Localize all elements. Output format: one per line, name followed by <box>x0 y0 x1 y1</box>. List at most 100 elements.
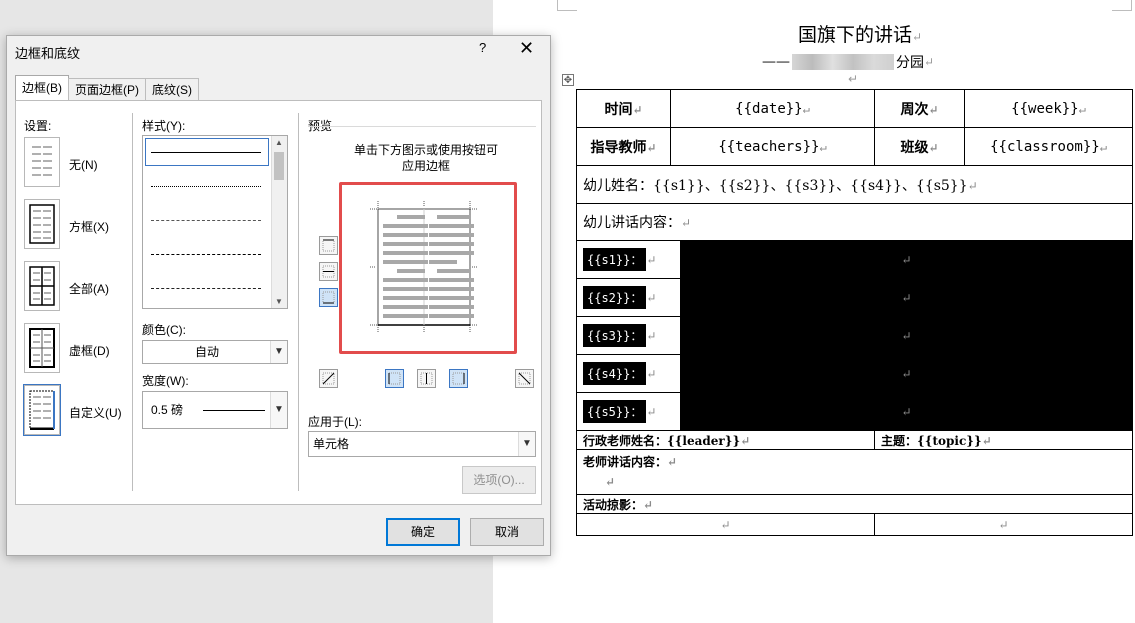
border-left-button-icon[interactable] <box>385 369 404 388</box>
dialog-title: 边框和底纹 <box>15 46 81 61</box>
speech-row-content[interactable]: ↵ <box>679 278 1134 317</box>
redacted-name <box>792 54 894 70</box>
borders-shading-dialog: 边框和底纹 ? ✕ 边框(B) 页面边框(P) 底纹(S) 设置: 无(N) 方… <box>6 35 551 556</box>
cancel-button[interactable]: 取消 <box>470 518 544 546</box>
style-listbox[interactable]: ▲ ▼ <box>142 135 288 309</box>
style-dotted-line[interactable] <box>151 186 261 187</box>
scroll-down-icon[interactable]: ▼ <box>275 297 283 306</box>
speech-row-content[interactable]: ↵ <box>679 316 1134 355</box>
close-button[interactable]: ✕ <box>519 39 534 57</box>
crop-mark <box>1131 0 1132 10</box>
apply-to-combobox[interactable]: 单元格 ▼ <box>308 431 536 457</box>
setting-all-icon[interactable] <box>24 261 60 311</box>
tab-borders[interactable]: 边框(B) <box>15 75 69 100</box>
border-top-button-icon[interactable] <box>319 236 338 255</box>
paragraph-mark: ↵ <box>848 72 859 86</box>
class-value[interactable]: {{classroom}}↵ <box>964 127 1134 166</box>
style-label: 样式(Y): <box>142 119 186 133</box>
tab-page-border[interactable]: 页面边框(P) <box>68 78 146 100</box>
photo-cell-left[interactable]: ↵ <box>575 513 876 536</box>
speech-row-label[interactable]: {{s4}}： ↵ <box>576 354 681 393</box>
border-right-button-icon[interactable] <box>449 369 468 388</box>
preview-text-left <box>383 215 428 323</box>
setting-all-label[interactable]: 全部(A) <box>69 280 109 297</box>
settings-label: 设置: <box>24 119 52 133</box>
dialog-tabs: 边框(B) 页面边框(P) 底纹(S) <box>15 75 199 100</box>
subtitle-dash: —— <box>762 54 790 70</box>
setting-none-label[interactable]: 无(N) <box>69 156 98 173</box>
speech-row-label[interactable]: {{s2}}： ↵ <box>576 278 681 317</box>
border-diagonal-up-button-icon[interactable] <box>515 369 534 388</box>
apply-to-label: 应用于(L): <box>308 415 363 429</box>
style-solid-line[interactable] <box>151 152 261 153</box>
apply-to-value: 单元格 <box>313 437 350 451</box>
speech-row-content[interactable]: ↵ <box>679 392 1134 431</box>
document-subtitle[interactable]: —— 分园 ↵ <box>762 52 934 72</box>
teacher-speech-cell[interactable]: 老师讲话内容：↵ ↵ <box>575 449 1134 495</box>
help-button[interactable]: ? <box>479 40 486 55</box>
class-label[interactable]: 班级↵ <box>874 127 966 166</box>
preview-corner-marks <box>370 201 478 333</box>
setting-grid-label[interactable]: 虚框(D) <box>69 342 110 359</box>
setting-custom-icon[interactable] <box>23 384 61 436</box>
speech-row-label[interactable]: {{s5}}： ↵ <box>576 392 681 431</box>
style-scrollbar[interactable]: ▲ ▼ <box>271 136 287 308</box>
photo-cell-right[interactable]: ↵ <box>874 513 1134 536</box>
scroll-up-icon[interactable]: ▲ <box>275 138 283 147</box>
teacher-value[interactable]: {{teachers}}↵ <box>669 127 876 166</box>
chevron-down-icon[interactable]: ▼ <box>270 341 287 363</box>
topic-cell[interactable]: 主题：{{topic}}↵ <box>874 430 1134 450</box>
width-sample-line <box>203 410 265 411</box>
children-names-cell[interactable]: 幼儿姓名：{{s1}}、{{s2}}、{{s3}}、{{s4}}、{{s5}}↵ <box>575 165 1134 204</box>
color-value: 自动 <box>194 345 219 359</box>
subtitle-suffix: 分园 <box>896 55 924 71</box>
chevron-down-icon[interactable]: ▼ <box>270 392 287 428</box>
children-speech-label-cell[interactable]: 幼儿讲话内容：↵ <box>575 203 1134 241</box>
options-button[interactable]: 选项(O)... <box>462 466 536 494</box>
preview-text-right <box>429 215 474 323</box>
color-combobox[interactable]: 自动 ▼ <box>142 340 288 364</box>
width-value: 0.5 磅 <box>151 403 184 417</box>
style-dash-line[interactable] <box>151 220 261 221</box>
border-inside-horizontal-button-icon[interactable] <box>319 262 338 281</box>
activity-label-cell[interactable]: 活动掠影：↵ <box>575 494 1134 514</box>
scroll-thumb[interactable] <box>274 152 284 180</box>
week-label[interactable]: 周次↵ <box>874 89 966 128</box>
separator <box>132 113 133 491</box>
border-bottom-button-icon[interactable] <box>319 288 338 307</box>
setting-custom-label[interactable]: 自定义(U) <box>69 404 122 421</box>
time-value[interactable]: {{date}}↵ <box>669 89 876 128</box>
setting-box-label[interactable]: 方框(X) <box>69 218 109 235</box>
crop-mark <box>557 0 558 10</box>
speech-row-content[interactable]: ↵ <box>679 354 1134 393</box>
style-long-dash-line[interactable] <box>151 254 261 255</box>
width-combobox[interactable]: 0.5 磅 ▼ <box>142 391 288 429</box>
border-inside-vertical-button-icon[interactable] <box>417 369 436 388</box>
separator <box>298 113 299 491</box>
preview-hint: 单击下方图示或使用按钮可 应用边框 <box>308 142 544 174</box>
ok-button[interactable]: 确定 <box>386 518 460 546</box>
document-title[interactable]: 国旗下的讲话↵ <box>760 20 960 47</box>
setting-none-icon[interactable] <box>24 137 60 187</box>
speech-row-label[interactable]: {{s1}}： ↵ <box>576 240 681 279</box>
leader-cell[interactable]: 行政老师姓名：{{leader}}↵ <box>575 430 876 450</box>
style-dash-dot-line[interactable] <box>151 288 261 289</box>
week-value[interactable]: {{week}}↵ <box>964 89 1134 128</box>
border-diagonal-down-button-icon[interactable] <box>319 369 338 388</box>
setting-box-icon[interactable] <box>24 199 60 249</box>
preview-hint-line1: 单击下方图示或使用按钮可 <box>353 143 498 157</box>
width-label: 宽度(W): <box>142 374 189 388</box>
time-label[interactable]: 时间↵ <box>576 89 671 128</box>
preview-divider <box>308 126 536 127</box>
speech-row-label[interactable]: {{s3}}： ↵ <box>576 316 681 355</box>
crop-mark <box>1112 10 1132 11</box>
speech-table[interactable]: 时间↵ {{date}}↵ 周次↵ {{week}}↵ 指导教师↵ {{teac… <box>575 89 1134 536</box>
crop-mark <box>557 10 577 11</box>
chevron-down-icon[interactable]: ▼ <box>518 432 535 456</box>
preview-area[interactable] <box>339 182 517 354</box>
speech-row-content[interactable]: ↵ <box>679 240 1134 279</box>
teacher-label[interactable]: 指导教师↵ <box>576 127 671 166</box>
table-move-handle-icon[interactable]: ✥ <box>562 74 574 86</box>
setting-grid-icon[interactable] <box>24 323 60 373</box>
tab-shading[interactable]: 底纹(S) <box>145 78 199 100</box>
